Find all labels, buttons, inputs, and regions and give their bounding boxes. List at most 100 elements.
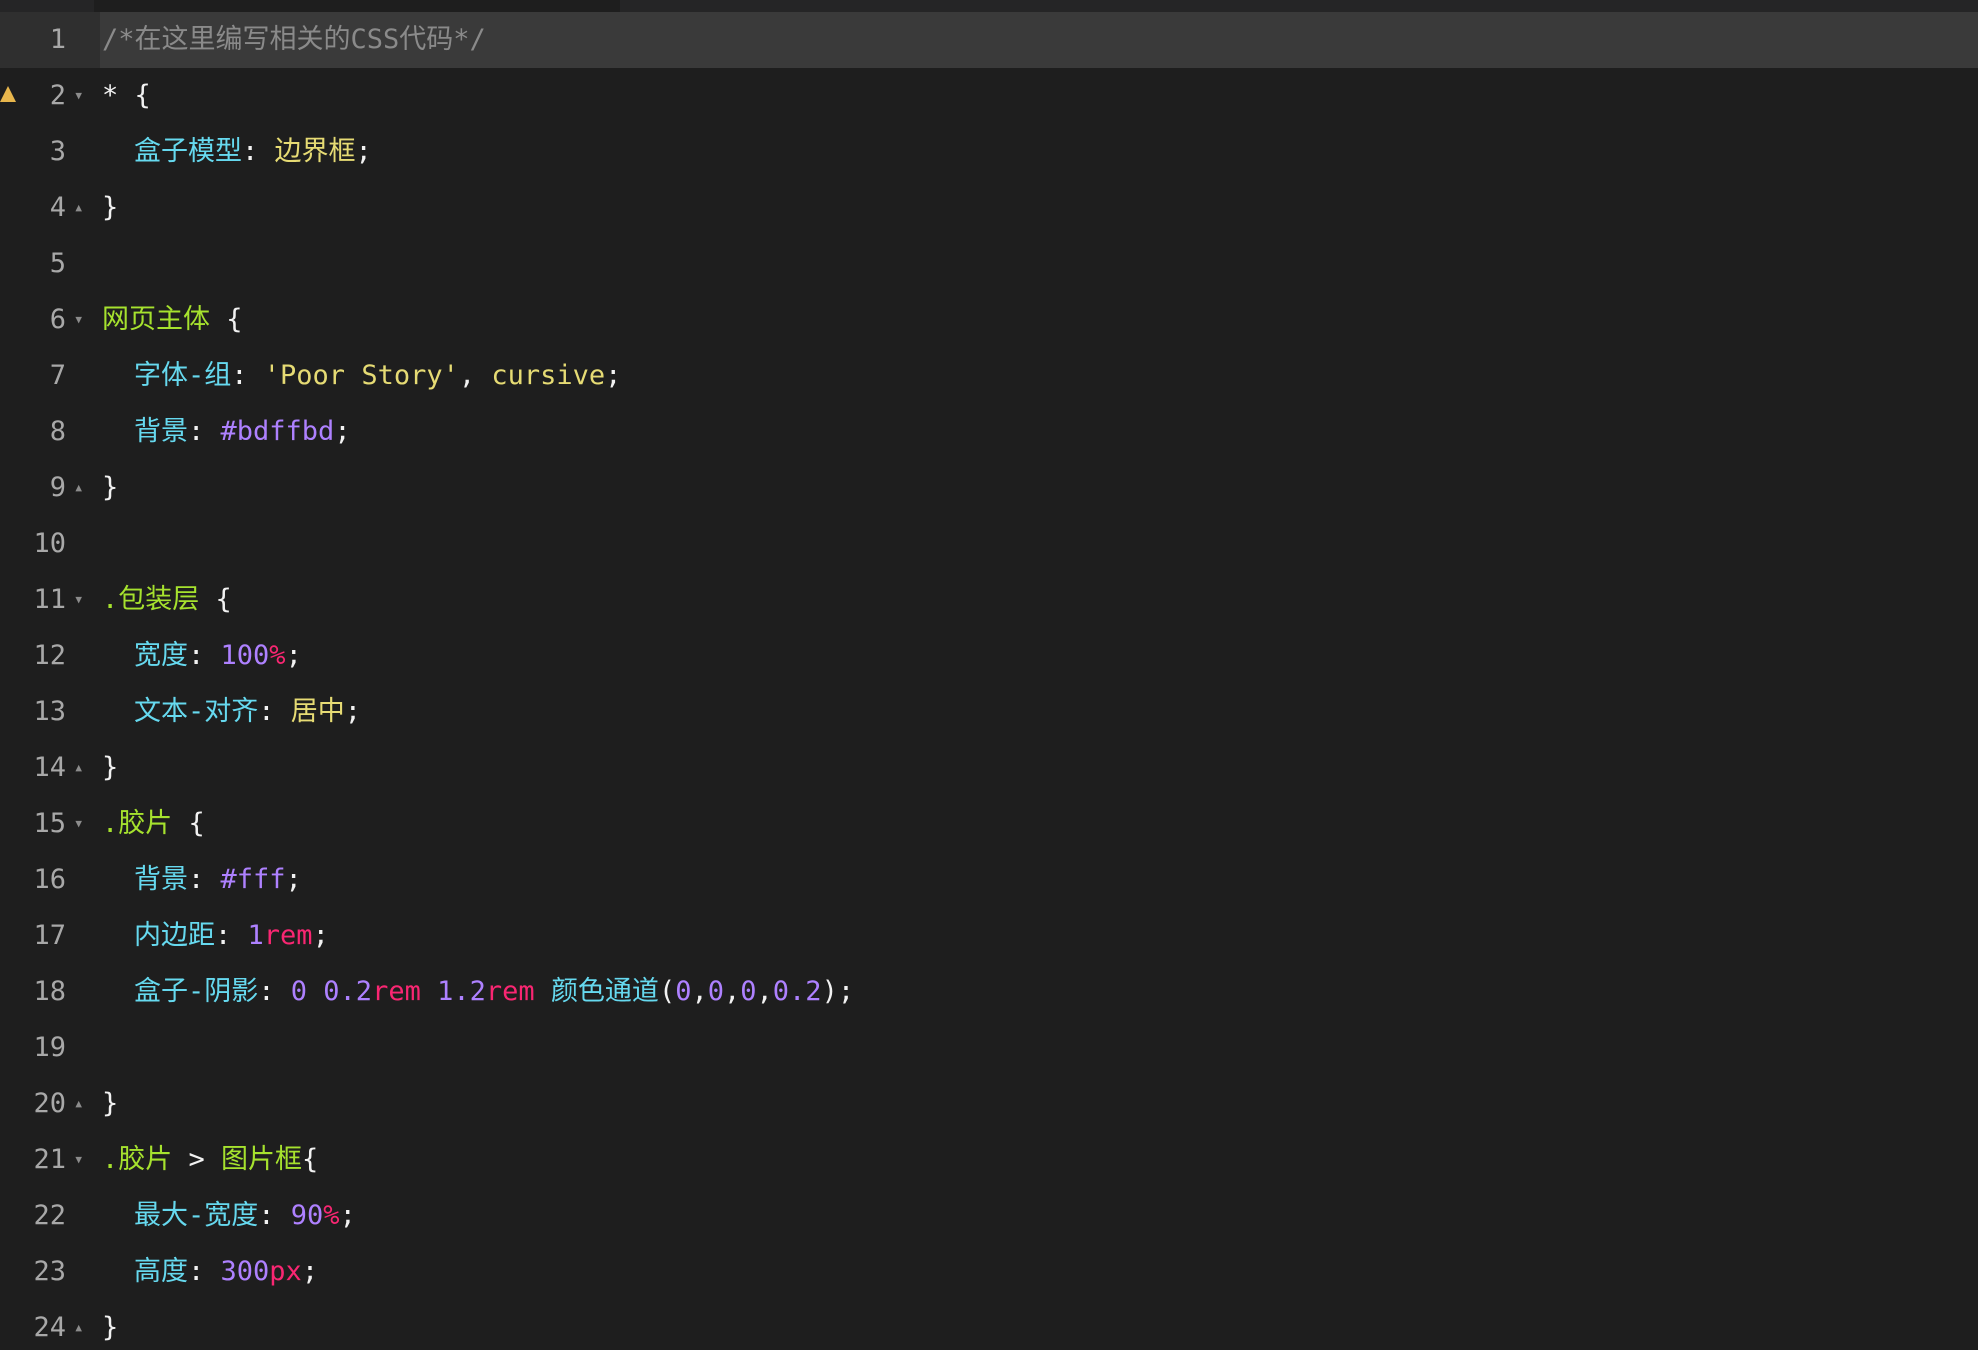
code-text[interactable]: /*在这里编写相关的CSS代码*/ <box>100 12 1978 68</box>
code-text[interactable] <box>100 1020 1978 1076</box>
code-line[interactable]: 19 <box>0 1020 1978 1076</box>
warning-icon[interactable] <box>0 86 16 102</box>
code-text[interactable]: 宽度: 100%; <box>100 628 1978 684</box>
line-number: 3 <box>49 136 66 167</box>
code-line[interactable]: 21 ▼ .胶片 > 图片框{ <box>0 1132 1978 1188</box>
code-text[interactable]: } <box>100 740 1978 796</box>
code-token: 最大-宽度 <box>134 1200 259 1231</box>
code-token: : <box>231 360 264 391</box>
code-token: cursive <box>491 360 606 391</box>
code-line[interactable]: 16 背景: #fff; <box>0 852 1978 908</box>
code-token: ; <box>285 864 302 895</box>
code-token: { <box>302 1144 319 1175</box>
code-text[interactable]: 最大-宽度: 90%; <box>100 1188 1978 1244</box>
code-text[interactable]: 背景: #fff; <box>100 852 1978 908</box>
code-token: ; <box>312 920 329 951</box>
code-token: % <box>269 640 286 671</box>
code-token: 边界框 <box>274 136 356 167</box>
line-gutter: 20 ▲ <box>0 1076 94 1132</box>
code-text[interactable]: } <box>100 1300 1978 1350</box>
fold-collapse-icon[interactable]: ▼ <box>75 68 82 124</box>
fold-end-icon[interactable]: ▲ <box>75 740 82 796</box>
line-number: 18 <box>33 976 66 1007</box>
code-token: #fff <box>220 864 286 895</box>
code-line[interactable]: 9 ▲} <box>0 460 1978 516</box>
code-line[interactable]: 10 <box>0 516 1978 572</box>
code-text[interactable]: } <box>100 1076 1978 1132</box>
fold-end-icon[interactable]: ▲ <box>75 1300 82 1350</box>
code-token: /*在这里编写相关的CSS代码*/ <box>102 24 486 55</box>
line-number: 20 <box>33 1088 66 1119</box>
code-text[interactable]: 网页主体 { <box>100 292 1978 348</box>
fold-collapse-icon[interactable]: ▼ <box>75 292 82 348</box>
code-line[interactable]: 14 ▲} <box>0 740 1978 796</box>
line-number: 6 <box>49 304 66 335</box>
fold-end-icon[interactable]: ▲ <box>75 1076 82 1132</box>
code-token: px <box>269 1256 302 1287</box>
line-number: 1 <box>49 24 66 55</box>
code-token: , <box>756 976 773 1007</box>
code-text[interactable]: * { <box>100 68 1978 124</box>
code-text[interactable]: .胶片 { <box>100 796 1978 852</box>
code-token: ; <box>355 136 372 167</box>
code-text[interactable]: 文本-对齐: 居中; <box>100 684 1978 740</box>
code-line[interactable]: 17 内边距: 1rem; <box>0 908 1978 964</box>
code-text[interactable]: .包装层 { <box>100 572 1978 628</box>
editor-tab-bar <box>0 0 1978 12</box>
fold-collapse-icon[interactable]: ▼ <box>75 572 82 628</box>
code-line[interactable]: 24 ▲} <box>0 1300 1978 1350</box>
code-line[interactable]: 18 盒子-阴影: 0 0.2rem 1.2rem 颜色通道(0,0,0,0.2)… <box>0 964 1978 1020</box>
line-gutter: 4 ▲ <box>0 180 94 236</box>
code-line[interactable]: 8 背景: #bdffbd; <box>0 404 1978 460</box>
code-token: : <box>188 1256 221 1287</box>
line-number: 12 <box>33 640 66 671</box>
code-text[interactable]: 盒子-阴影: 0 0.2rem 1.2rem 颜色通道(0,0,0,0.2); <box>100 964 1978 1020</box>
code-text[interactable]: 盒子模型: 边界框; <box>100 124 1978 180</box>
code-token: } <box>102 192 119 223</box>
code-line[interactable]: 2 ▼ * { <box>0 68 1978 124</box>
code-line[interactable]: 5 <box>0 236 1978 292</box>
code-text[interactable]: 背景: #bdffbd; <box>100 404 1978 460</box>
line-gutter: 14 ▲ <box>0 740 94 796</box>
code-line[interactable]: 11 ▼ .包装层 { <box>0 572 1978 628</box>
code-text[interactable]: 高度: 300px; <box>100 1244 1978 1300</box>
code-text[interactable] <box>100 236 1978 292</box>
code-line[interactable]: 20 ▲} <box>0 1076 1978 1132</box>
code-line[interactable]: 6 ▼ 网页主体 { <box>0 292 1978 348</box>
code-text[interactable]: 字体-组: 'Poor Story', cursive; <box>100 348 1978 404</box>
code-token: % <box>323 1200 340 1231</box>
line-gutter: 2 ▼ <box>0 68 94 124</box>
code-lines[interactable]: 1/*在这里编写相关的CSS代码*/2 ▼ * {3 盒子模型: 边界框; 4 ▲} 5 6 ▼… <box>0 12 1978 1350</box>
code-text[interactable]: } <box>100 460 1978 516</box>
code-line[interactable]: 12 宽度: 100%; <box>0 628 1978 684</box>
code-editor[interactable]: 1/*在这里编写相关的CSS代码*/2 ▼ * {3 盒子模型: 边界框; 4 ▲} 5 6 ▼… <box>0 0 1978 1350</box>
line-gutter: 1 <box>0 12 94 68</box>
code-text[interactable]: .胶片 > 图片框{ <box>100 1132 1978 1188</box>
code-token: .胶片 <box>102 808 173 839</box>
code-text[interactable] <box>100 516 1978 572</box>
code-line[interactable]: 1 /*在这里编写相关的CSS代码*/ <box>0 12 1978 68</box>
code-line[interactable]: 22 最大-宽度: 90%; <box>0 1188 1978 1244</box>
code-text[interactable]: } <box>100 180 1978 236</box>
active-tab[interactable] <box>94 0 620 12</box>
fold-collapse-icon[interactable]: ▼ <box>75 796 82 852</box>
code-line[interactable]: 4 ▲} <box>0 180 1978 236</box>
fold-end-icon[interactable]: ▲ <box>75 460 82 516</box>
code-token: 背景 <box>134 864 188 895</box>
line-gutter: 8 <box>0 404 94 460</box>
fold-end-icon[interactable]: ▲ <box>75 180 82 236</box>
code-line[interactable]: 15 ▼ .胶片 { <box>0 796 1978 852</box>
code-line[interactable]: 3 盒子模型: 边界框; <box>0 124 1978 180</box>
code-token: * { <box>102 80 151 111</box>
code-token: ( <box>658 976 676 1007</box>
code-token: 0 <box>707 976 724 1007</box>
code-text[interactable]: 内边距: 1rem; <box>100 908 1978 964</box>
code-token: 300 <box>220 1256 270 1287</box>
code-line[interactable]: 23 高度: 300px; <box>0 1244 1978 1300</box>
code-token: } <box>102 1312 119 1343</box>
code-line[interactable]: 13 文本-对齐: 居中; <box>0 684 1978 740</box>
fold-collapse-icon[interactable]: ▼ <box>75 1132 82 1188</box>
line-gutter: 6 ▼ <box>0 292 94 348</box>
code-line[interactable]: 7 字体-组: 'Poor Story', cursive; <box>0 348 1978 404</box>
code-token: : <box>188 640 221 671</box>
